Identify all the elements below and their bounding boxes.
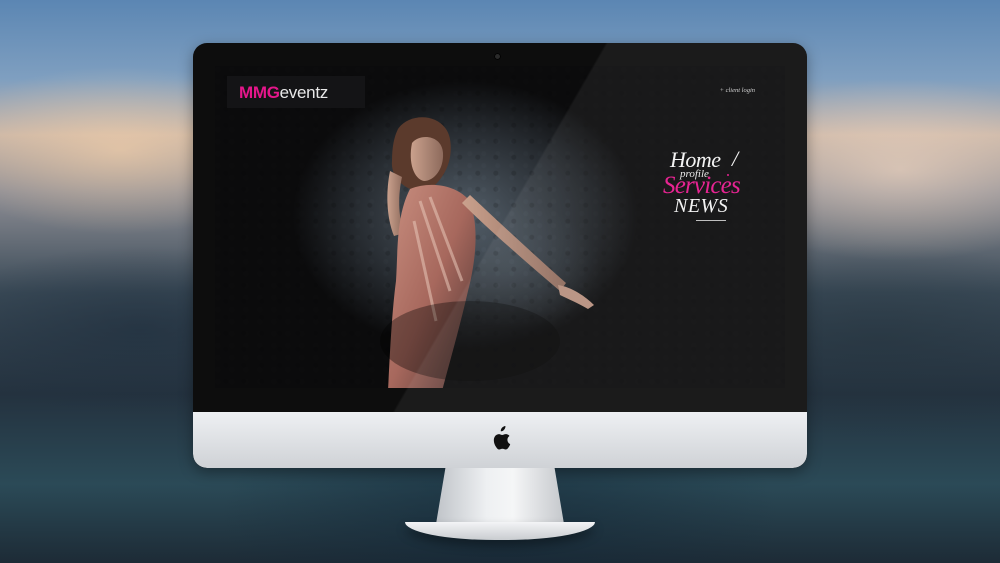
webcam-icon: [494, 53, 501, 60]
nav-news-link[interactable]: NEWS: [674, 195, 728, 218]
main-navigation: Home / profile Services NEWS: [663, 146, 783, 247]
logo-part-eventz: eventz: [279, 83, 329, 102]
apple-logo-icon: [493, 426, 511, 450]
hero-model-image: [380, 117, 594, 388]
monitor-stand: [435, 468, 565, 530]
nav-underline-divider: [696, 220, 726, 221]
client-login-link[interactable]: + client login: [720, 87, 755, 94]
logo-container[interactable]: MMGeventz: [227, 76, 365, 108]
logo-part-mmg: MMG: [239, 83, 280, 102]
monitor-chin: [193, 412, 807, 468]
nav-slash-divider: /: [732, 146, 739, 171]
imac-monitor: MMGeventz + client login Home / profile …: [193, 43, 807, 468]
site-logo[interactable]: MMGeventz: [239, 83, 328, 103]
website-screen: MMGeventz + client login Home / profile …: [215, 66, 785, 388]
